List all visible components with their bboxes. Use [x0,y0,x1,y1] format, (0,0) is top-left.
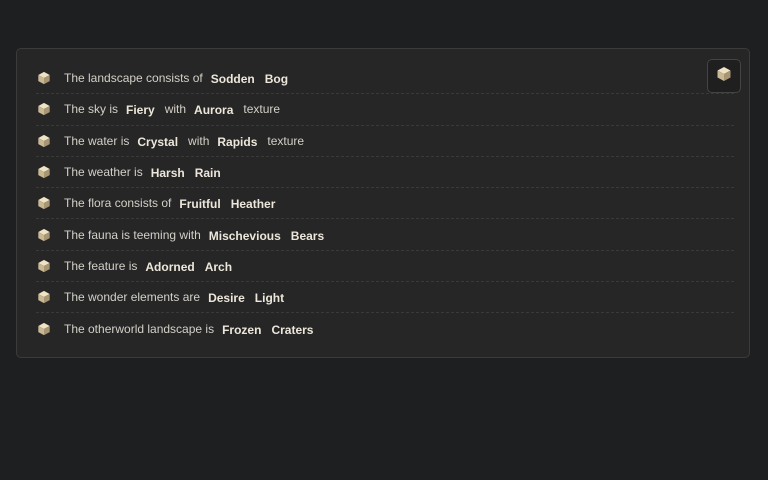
description-row: The sky is Fiery with Aurora texture [36,94,734,126]
description-text: The fauna is teeming with [64,227,201,242]
keyword-option[interactable]: Craters [271,323,313,337]
keyword-option[interactable]: Sodden [211,72,255,86]
description-text: The water is [64,133,130,148]
description-text: texture [267,133,305,148]
keyword-option[interactable]: Rain [195,166,221,180]
keyword-option[interactable]: Adorned [145,260,194,274]
description-row: The landscape consists of Sodden Bog [36,63,734,95]
keyword-option[interactable]: Harsh [151,166,185,180]
keyword-option[interactable]: Crystal [137,135,178,149]
description-row: The flora consists of Fruitful Heather [36,188,734,220]
keyword-option[interactable]: Aurora [194,103,233,117]
description-text: The feature is [64,258,138,273]
keyword-option[interactable]: Light [255,291,284,305]
description-row: The weather is Harsh Rain [36,157,734,189]
cube-icon[interactable] [36,195,52,211]
description-text: The weather is [64,165,143,180]
cube-icon[interactable] [36,133,52,149]
keyword-option[interactable]: Fruitful [179,197,220,211]
cube-icon[interactable] [36,164,52,180]
world-description-panel: The landscape consists of Sodden Bog The sk… [16,48,750,358]
description-text: The wonder elements are [64,290,201,305]
keyword-option[interactable]: Rapids [217,135,257,149]
description-list: The landscape consists of Sodden Bog The sk… [36,63,734,345]
keyword-option[interactable]: Mischevious [209,229,281,243]
description-text: with [164,102,187,117]
keyword-option[interactable]: Bog [265,72,288,86]
cube-icon[interactable] [36,258,52,274]
description-row: The fauna is teeming with Mischevious Bear… [36,219,734,251]
keyword-option[interactable]: Bears [291,229,324,243]
description-row: The otherworld landscape is Frozen Craters [36,313,734,344]
keyword-option[interactable]: Desire [208,291,245,305]
description-row: The feature is Adorned Arch [36,251,734,283]
description-text: The landscape consists of [64,71,203,86]
description-text: texture [243,102,281,117]
description-row: The wonder elements are Desire Light [36,282,734,314]
keyword-option[interactable]: Frozen [222,323,261,337]
keyword-option[interactable]: Fiery [126,103,155,117]
cube-icon[interactable] [36,321,52,337]
cube-icon[interactable] [36,70,52,86]
description-text: The flora consists of [64,196,172,211]
cube-icon[interactable] [36,101,52,117]
cube-icon[interactable] [36,227,52,243]
description-row: The water is Crystal with Rapids texture [36,126,734,157]
description-text: The otherworld landscape is [64,322,215,337]
description-text: The sky is [64,102,119,117]
keyword-option[interactable]: Arch [205,260,232,274]
description-text: with [188,133,210,148]
keyword-option[interactable]: Heather [231,197,276,211]
cube-icon[interactable] [36,289,52,305]
